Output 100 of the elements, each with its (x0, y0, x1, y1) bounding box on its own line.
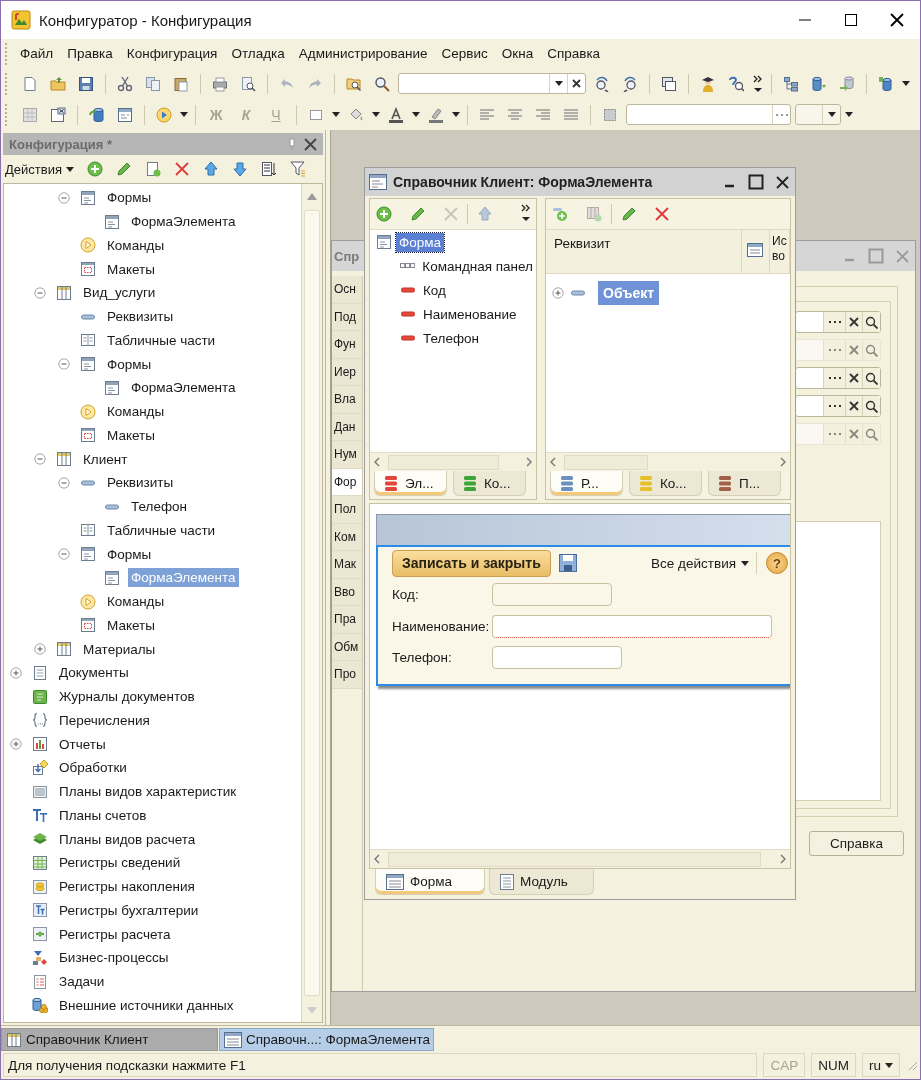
ellipsis-icon[interactable] (828, 404, 841, 408)
clear-icon[interactable] (572, 79, 581, 88)
all-actions-menu[interactable]: Все действия (651, 555, 749, 571)
folder-icon[interactable] (50, 75, 66, 92)
form-window-icon[interactable] (117, 106, 133, 123)
section-tab[interactable]: Пра (332, 606, 362, 634)
tree-item[interactable]: Реквизиты (104, 473, 177, 493)
paint-bucket-icon[interactable] (348, 106, 364, 123)
section-tab[interactable]: Про (332, 661, 362, 689)
tree-item[interactable]: Планы видов расчета (56, 829, 199, 849)
window-tab[interactable]: Справочник Клиент (1, 1028, 218, 1051)
toolbar-grip[interactable] (5, 103, 8, 126)
tree-item[interactable]: ФормаЭлемента (128, 212, 239, 232)
close-icon[interactable] (775, 175, 789, 189)
tree-item[interactable]: Команды (104, 402, 168, 422)
database-load-icon[interactable] (839, 75, 855, 92)
pin-icon[interactable] (288, 138, 296, 150)
input-field[interactable] (492, 614, 772, 638)
menu-item[interactable]: Окна (495, 46, 540, 61)
dropdown-caret-icon[interactable] (554, 81, 563, 86)
tree-item[interactable]: Отчеты (56, 734, 109, 754)
input-field[interactable] (492, 646, 622, 670)
scrollbar-thumb[interactable] (388, 454, 499, 470)
column-header[interactable]: Реквизит (546, 230, 742, 273)
caret-icon[interactable] (845, 112, 853, 117)
scrollbar-thumb[interactable] (564, 454, 649, 470)
search-icon[interactable] (865, 315, 878, 329)
language-selector[interactable]: ru (862, 1053, 900, 1077)
editor-tab[interactable]: Модуль (489, 869, 594, 895)
printer-icon[interactable] (212, 75, 228, 92)
section-tab[interactable]: Под (332, 303, 362, 331)
window-tab[interactable]: Справочн...: ФормаЭлемента (219, 1028, 434, 1051)
size-field[interactable] (795, 104, 841, 125)
search-next-icon[interactable] (594, 75, 610, 92)
section-tab[interactable]: Фун (332, 331, 362, 359)
search-icon[interactable] (865, 399, 878, 413)
tree-item[interactable]: Клиент (80, 449, 131, 469)
add-document-icon[interactable] (144, 161, 161, 177)
section-tab[interactable]: Осн (332, 276, 362, 304)
caret-icon[interactable] (180, 112, 188, 117)
caret-icon[interactable] (885, 1062, 893, 1068)
ellipsis-icon[interactable] (828, 320, 841, 324)
section-tab[interactable]: Мак (332, 551, 362, 579)
section-tab[interactable]: Вла (332, 386, 362, 414)
caret-icon[interactable] (452, 112, 460, 117)
menu-item[interactable]: Отладка (225, 46, 291, 61)
play-icon[interactable] (156, 106, 172, 123)
new-document-icon[interactable] (22, 75, 38, 92)
save-and-close-button[interactable]: Записать и закрыть (392, 549, 551, 577)
grid-icon[interactable] (22, 106, 38, 123)
section-tab[interactable]: Иер (332, 358, 362, 386)
filter-icon[interactable] (289, 161, 306, 177)
menu-item[interactable]: Сервис (435, 46, 494, 61)
expand-icon[interactable] (10, 666, 22, 679)
caret-icon[interactable] (65, 166, 74, 172)
tree-item[interactable]: Телефон (128, 497, 190, 517)
tree-item[interactable]: Макеты (104, 615, 158, 635)
section-tab[interactable]: Ком (332, 523, 362, 551)
pane-tab[interactable]: Р... (550, 471, 623, 496)
help-search-icon[interactable] (728, 75, 744, 92)
expand-icon[interactable] (34, 643, 46, 656)
tree-item[interactable]: Регистры сведений (56, 853, 184, 873)
tree-item[interactable]: Реквизиты (104, 307, 177, 327)
element-item[interactable]: Код (420, 280, 449, 300)
pencil-icon[interactable] (621, 206, 637, 222)
add-table-icon[interactable] (586, 206, 602, 222)
more-chevron-icon[interactable] (520, 203, 532, 222)
element-item[interactable]: Телефон (420, 328, 482, 348)
tree-item[interactable]: Материалы (80, 639, 159, 659)
element-item[interactable]: Форма (396, 232, 445, 252)
caret-icon[interactable] (902, 81, 910, 86)
person-icon[interactable] (700, 75, 716, 92)
pencil-icon[interactable] (115, 161, 132, 177)
collapse-icon[interactable] (58, 358, 70, 371)
menu-item[interactable]: Справка (541, 46, 607, 61)
close-icon[interactable] (890, 13, 904, 27)
pane-tab[interactable]: Эл... (374, 471, 447, 496)
clear-icon[interactable] (849, 401, 859, 411)
cell-icon[interactable] (602, 106, 618, 123)
database-refresh-icon[interactable] (89, 106, 105, 123)
pencil-icon[interactable] (410, 206, 426, 222)
element-item[interactable]: Наименование (420, 304, 520, 324)
tree-item[interactable]: Планы счетов (56, 805, 150, 825)
add-icon[interactable] (376, 206, 392, 222)
menu-item[interactable]: Правка (61, 46, 119, 61)
column-header[interactable]: Ис во (770, 230, 790, 273)
tree-item[interactable]: Перечисления (56, 710, 153, 730)
tree-item[interactable]: Регистры накопления (56, 877, 198, 897)
section-tab[interactable]: Обм (332, 633, 362, 661)
collapse-icon[interactable] (34, 286, 46, 299)
tree-compare-icon[interactable] (783, 75, 799, 92)
search-previous-icon[interactable] (622, 75, 638, 92)
collapse-icon[interactable] (58, 476, 70, 489)
expand-icon[interactable] (552, 287, 564, 299)
menu-grip[interactable] (5, 42, 8, 65)
help-button[interactable]: ? (766, 552, 788, 574)
caret-icon[interactable] (412, 112, 420, 117)
help-button[interactable]: Справка (809, 831, 904, 856)
delete-icon[interactable] (655, 207, 669, 221)
dropdown-caret-icon[interactable] (827, 112, 836, 117)
